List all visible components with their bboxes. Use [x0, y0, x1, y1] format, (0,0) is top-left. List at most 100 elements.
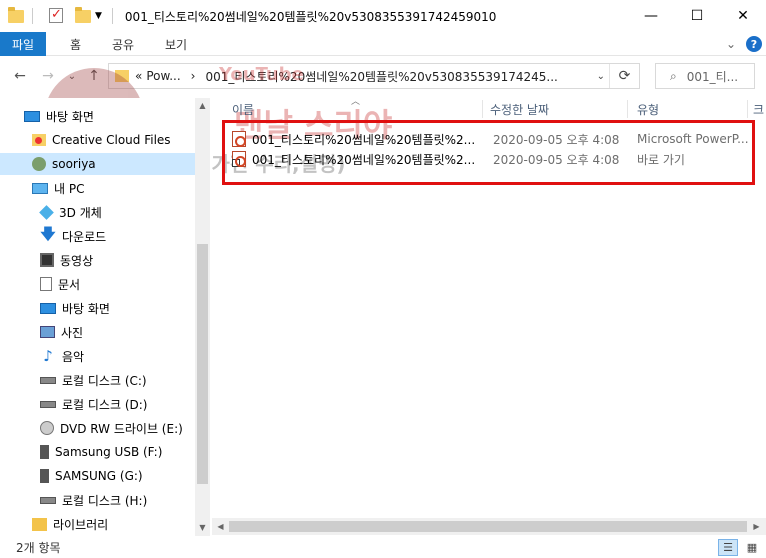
sidebar-item[interactable]: 로컬 디스크 (D:)	[0, 393, 195, 415]
sidebar-item-label: 문서	[58, 277, 81, 292]
status-bar: 2개 항목 ☰ ▦	[0, 536, 766, 558]
scroll-down-icon[interactable]: ▼	[195, 520, 210, 534]
sidebar-item-label: 다운로드	[62, 229, 107, 244]
maximize-button[interactable]: ☐	[674, 0, 720, 32]
sidebar-item[interactable]: 문서	[0, 273, 195, 295]
tab-home[interactable]: 홈	[70, 32, 81, 56]
back-button[interactable]: ←	[10, 66, 30, 86]
windows-drive-icon	[40, 376, 56, 384]
sidebar-item-label: 바탕 화면	[62, 301, 110, 316]
sidebar-item[interactable]: DVD RW 드라이브 (E:)	[0, 417, 195, 439]
column-header-more[interactable]: 크	[753, 98, 764, 120]
desktop-icon	[40, 302, 56, 314]
sidebar-item-label: 라이브러리	[53, 517, 109, 532]
sidebar-item-label: 3D 개체	[59, 205, 102, 220]
sidebar-item[interactable]: 동영상	[0, 249, 195, 271]
help-icon[interactable]: ?	[746, 36, 762, 52]
minimize-button[interactable]: —	[628, 0, 674, 32]
sidebar-item-label: 사진	[61, 325, 84, 340]
item-count: 2개 항목	[16, 540, 61, 555]
new-folder-icon[interactable]	[75, 7, 91, 24]
sidebar-item[interactable]: SAMSUNG (G:)	[0, 465, 195, 487]
sidebar-item[interactable]: sooriya	[0, 153, 195, 175]
details-view-icon[interactable]: ☰	[718, 539, 738, 556]
column-header-date[interactable]: 수정한 날짜	[490, 98, 549, 120]
sidebar-item[interactable]: 바탕 화면	[0, 297, 195, 319]
address-separator-icon[interactable]: ›	[191, 69, 196, 83]
column-header-type[interactable]: 유형	[637, 98, 659, 120]
sidebar-item[interactable]: 🡇 다운로드	[0, 225, 195, 247]
search-placeholder: 001_티...	[686, 69, 739, 84]
column-header-name[interactable]: 이름	[232, 98, 254, 120]
address-overflow[interactable]: «	[135, 69, 142, 83]
divider[interactable]	[627, 100, 628, 118]
tab-share[interactable]: 공유	[112, 32, 134, 56]
sidebar-item-label: 내 PC	[54, 181, 85, 196]
pictures-icon	[40, 326, 55, 338]
horizontal-scrollbar[interactable]: ◀ ▶	[212, 518, 766, 535]
documents-icon	[40, 277, 52, 291]
sidebar-item[interactable]: 사진	[0, 321, 195, 343]
divider	[111, 8, 113, 24]
sidebar-item-label: 로컬 디스크 (D:)	[62, 397, 148, 412]
recent-locations-button[interactable]: ⌄	[62, 66, 82, 86]
desktop-icon	[24, 110, 40, 122]
nav-scrollbar[interactable]: ▲ ▼	[195, 98, 210, 536]
refresh-button[interactable]: ⟳	[609, 64, 639, 88]
sidebar-item-label: 음악	[62, 349, 85, 364]
sidebar-item-label: 로컬 디스크 (C:)	[62, 373, 147, 388]
divider	[32, 8, 33, 24]
sort-ascending-icon: ︿	[351, 97, 361, 107]
close-button[interactable]: ✕	[720, 0, 766, 32]
address-dropdown-icon[interactable]: ⌄	[597, 64, 605, 88]
search-icon: ⌕	[670, 68, 677, 83]
drive-icon	[40, 496, 56, 504]
sidebar-item-label: 로컬 디스크 (H:)	[62, 493, 148, 508]
address-segment[interactable]: Pow...	[146, 69, 180, 83]
divider[interactable]	[747, 100, 748, 118]
scroll-up-icon[interactable]: ▲	[195, 98, 210, 112]
folder-icon	[115, 70, 129, 82]
quick-access-dropdown-icon[interactable]: ▼	[95, 11, 102, 21]
sidebar-item-label: SAMSUNG (G:)	[55, 469, 143, 483]
tab-file[interactable]: 파일	[0, 32, 46, 56]
scroll-thumb[interactable]	[197, 244, 208, 484]
drive-icon	[40, 400, 56, 408]
file-list: 이름 ︿ 수정한 날짜 유형 크 001_티스토리%20썸네일%20템플릿%2.…	[212, 97, 766, 536]
3d-objects-icon	[39, 204, 54, 220]
forward-button[interactable]: →	[38, 66, 58, 86]
folder-icon[interactable]	[8, 7, 24, 24]
sidebar-item[interactable]: 로컬 디스크 (C:)	[0, 369, 195, 391]
pc-icon	[32, 182, 48, 194]
sidebar-item[interactable]: 바탕 화면	[0, 105, 195, 127]
dvd-drive-icon	[40, 421, 54, 435]
address-row: ← → ⌄ ↑ « Pow... › 001_티스토리%20썸네일%20템플릿%…	[0, 56, 766, 96]
sidebar-item[interactable]: ♪ 음악	[0, 345, 195, 367]
up-button[interactable]: ↑	[84, 66, 104, 86]
scroll-left-icon[interactable]: ◀	[212, 518, 229, 535]
window-title: 001_티스토리%20썸네일%20템플릿%20v5308355391742459…	[124, 9, 497, 24]
large-icons-view-icon[interactable]: ▦	[742, 539, 762, 556]
navigation-pane: 바탕 화면 Creative Cloud Files sooriya 내 PC 3D 개…	[0, 98, 210, 536]
scroll-right-icon[interactable]: ▶	[748, 518, 765, 535]
tab-view[interactable]: 보기	[165, 32, 187, 56]
downloads-icon: 🡇	[40, 224, 56, 243]
sidebar-item-label: sooriya	[52, 157, 96, 171]
creative-cloud-folder-icon	[32, 134, 46, 146]
scroll-thumb[interactable]	[229, 521, 747, 532]
search-input[interactable]: ⌕ 001_티...	[655, 63, 755, 89]
sidebar-item[interactable]: 3D 개체	[0, 201, 195, 223]
properties-icon[interactable]	[49, 7, 65, 24]
sidebar-item[interactable]: 로컬 디스크 (H:)	[0, 489, 195, 511]
sidebar-item-label: DVD RW 드라이브 (E:)	[60, 421, 183, 436]
sidebar-item[interactable]: 라이브러리	[0, 513, 195, 535]
sidebar-item[interactable]: Samsung USB (F:)	[0, 441, 195, 463]
sidebar-item[interactable]: 내 PC	[0, 177, 195, 199]
address-segment-current[interactable]: 001_티스토리%20썸네일%20템플릿%20v530835539174245.…	[205, 68, 557, 85]
sidebar-item-label: Samsung USB (F:)	[55, 445, 163, 459]
address-bar[interactable]: « Pow... › 001_티스토리%20썸네일%20템플릿%20v53083…	[108, 63, 640, 89]
expand-ribbon-icon[interactable]: ⌄	[726, 37, 736, 51]
sidebar-item[interactable]: Creative Cloud Files	[0, 129, 195, 151]
title-bar: ▼ 001_티스토리%20썸네일%20템플릿%20v53083553917424…	[0, 0, 766, 32]
divider[interactable]	[482, 100, 483, 118]
